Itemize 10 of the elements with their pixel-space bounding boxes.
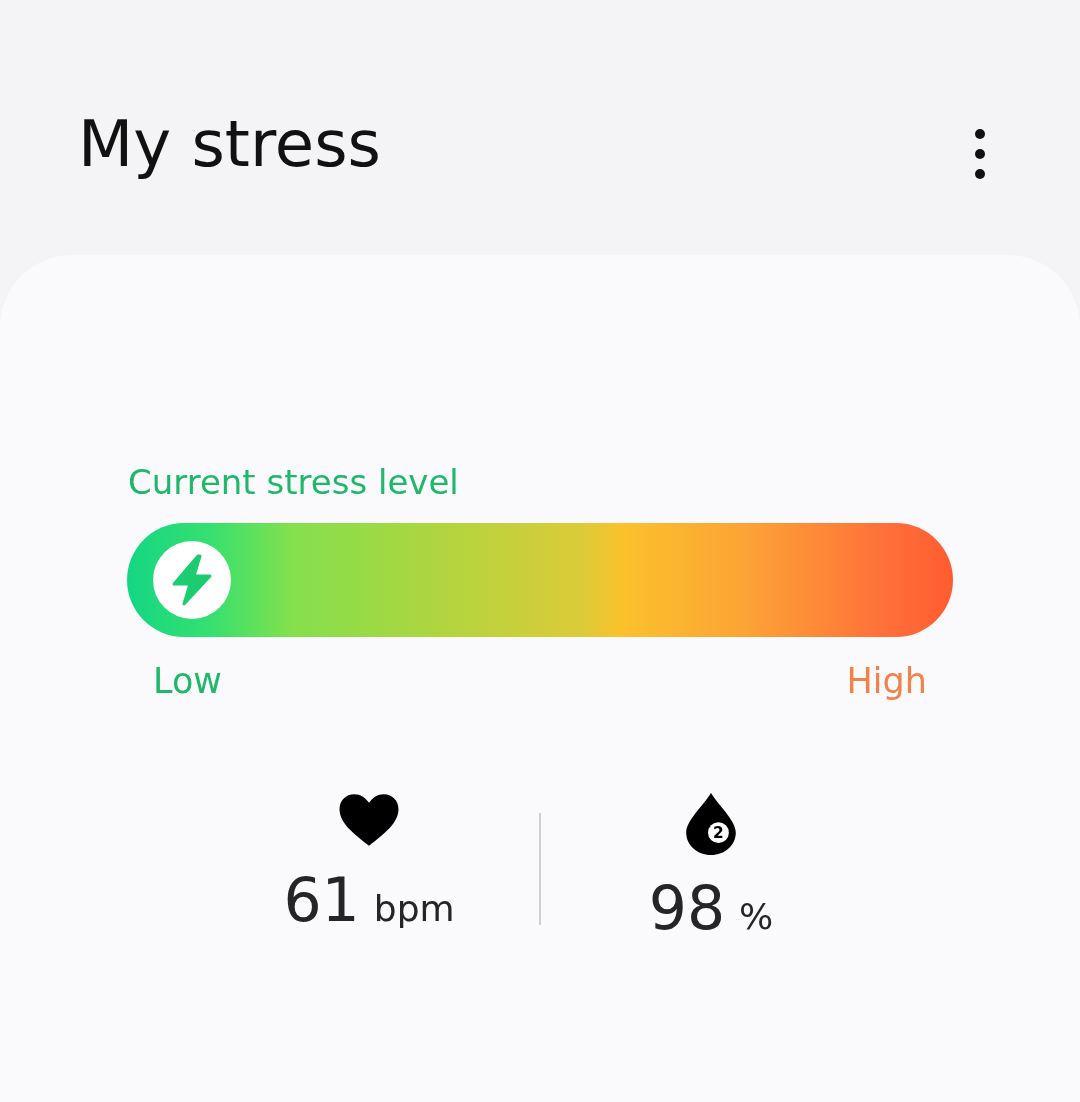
lightning-icon (170, 554, 214, 606)
oxygen-drop-icon: 2 (686, 793, 736, 855)
metric-value: 98 (648, 873, 726, 943)
low-label: Low (153, 661, 222, 701)
metric-unit: % (739, 896, 774, 937)
high-label: High (846, 661, 927, 701)
heart-icon (339, 793, 399, 847)
metric-unit: bpm (373, 888, 455, 929)
stress-level-label: Current stress level (128, 465, 460, 499)
metric-value: 61 (283, 865, 360, 935)
